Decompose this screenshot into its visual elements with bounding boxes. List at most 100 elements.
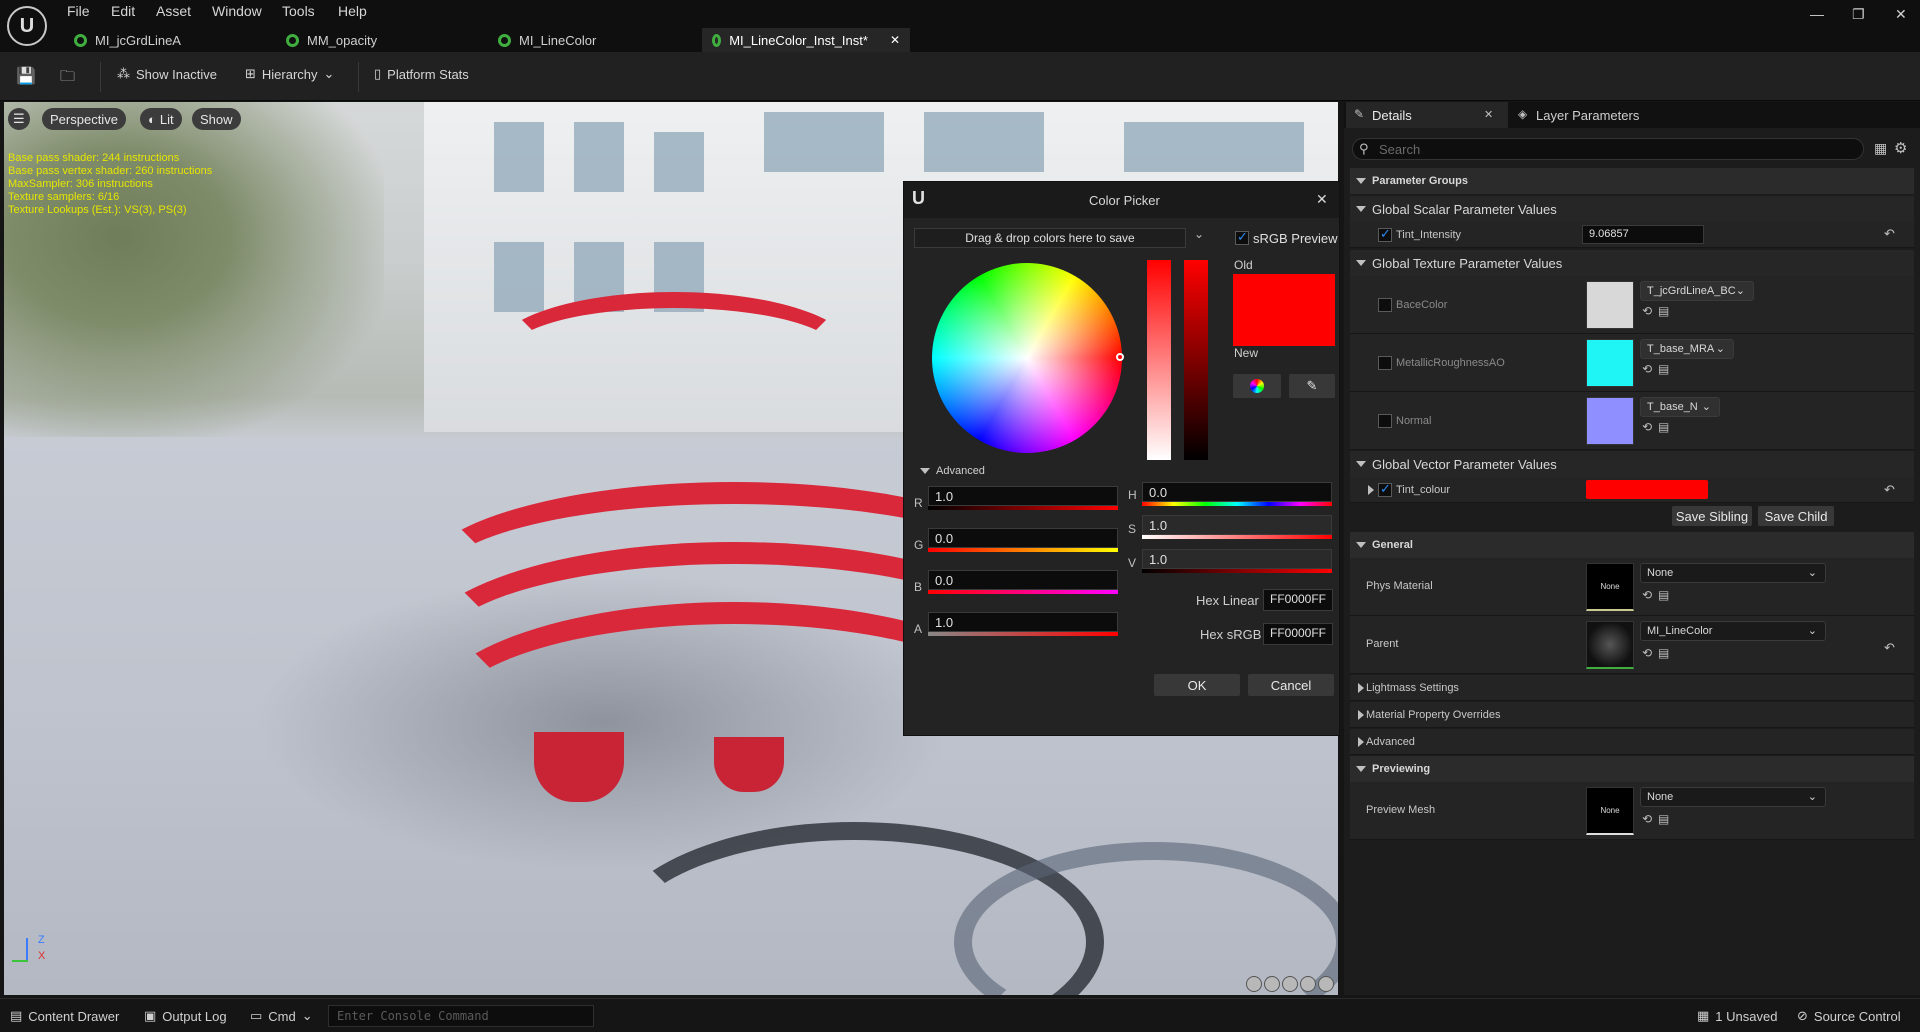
g-gradient[interactable] bbox=[928, 548, 1118, 552]
hex-linear-input[interactable]: FF0000FF bbox=[1263, 589, 1333, 611]
gear-icon[interactable]: ⚙ bbox=[1894, 139, 1907, 157]
asset-actions-icons[interactable]: ⟲▤ bbox=[1642, 812, 1675, 826]
saturation-slider[interactable] bbox=[1147, 260, 1171, 460]
close-tab-icon[interactable]: ✕ bbox=[890, 33, 900, 47]
tint-intensity-checkbox[interactable] bbox=[1378, 226, 1392, 242]
menu-tools[interactable]: Tools bbox=[282, 3, 315, 19]
details-search-input[interactable]: ⚲ Search bbox=[1352, 138, 1864, 160]
tab-mi-linecolor-inst-inst[interactable]: MI_LineColor_Inst_Inst* ✕ bbox=[702, 28, 910, 52]
color-wheel[interactable] bbox=[932, 263, 1122, 453]
menu-asset[interactable]: Asset bbox=[156, 3, 191, 19]
preview-mesh-thumbnail[interactable]: None bbox=[1586, 787, 1634, 835]
chevron-down-icon[interactable]: ⌄ bbox=[1194, 227, 1204, 241]
section-material-property-overrides[interactable]: Material Property Overrides bbox=[1350, 702, 1914, 728]
save-icon[interactable]: 💾 bbox=[16, 66, 36, 86]
group-texture[interactable]: Global Texture Parameter Values bbox=[1350, 250, 1914, 276]
r-input[interactable]: 1.0 bbox=[928, 486, 1118, 506]
normal-checkbox[interactable] bbox=[1378, 414, 1392, 428]
s-input[interactable]: 1.0 bbox=[1142, 515, 1332, 535]
b-gradient[interactable] bbox=[928, 590, 1118, 594]
table-view-icon[interactable]: ▦ bbox=[1874, 140, 1887, 157]
cancel-button[interactable]: Cancel bbox=[1248, 674, 1334, 696]
category-previewing[interactable]: Previewing bbox=[1350, 756, 1914, 782]
viewport-menu-icon[interactable]: ☰ bbox=[8, 108, 30, 130]
cylinder-icon[interactable] bbox=[1246, 976, 1262, 992]
asset-actions-icons[interactable]: ⟲▤ bbox=[1642, 588, 1675, 602]
content-drawer-button[interactable]: ▤ Content Drawer bbox=[10, 1008, 119, 1024]
value-slider[interactable] bbox=[1184, 260, 1208, 460]
preview-shape-buttons[interactable] bbox=[1246, 976, 1334, 992]
tint-intensity-input[interactable]: 9.06857 bbox=[1582, 225, 1704, 244]
wheel-selector[interactable] bbox=[1116, 353, 1124, 361]
source-control-button[interactable]: ⊘ Source Control bbox=[1797, 1008, 1901, 1024]
reset-arrow-icon[interactable]: ↶ bbox=[1884, 226, 1895, 242]
asset-actions-icons[interactable]: ⟲▤ bbox=[1642, 362, 1675, 376]
asset-actions-icons[interactable]: ⟲▤ bbox=[1642, 646, 1675, 660]
basecolor-texture-select[interactable]: T_jcGrdLineA_BC ⌄ bbox=[1640, 281, 1754, 301]
output-log-button[interactable]: ▣ Output Log bbox=[144, 1008, 227, 1024]
parent-thumbnail[interactable] bbox=[1586, 621, 1634, 669]
saved-colors-dropzone[interactable]: Drag & drop colors here to save bbox=[914, 228, 1186, 248]
expand-triangle-icon[interactable] bbox=[920, 468, 930, 474]
close-window-icon[interactable]: ✕ bbox=[1895, 6, 1907, 23]
h-input[interactable]: 0.0 bbox=[1142, 482, 1332, 502]
save-sibling-button[interactable]: Save Sibling bbox=[1672, 506, 1752, 526]
reset-arrow-icon[interactable]: ↶ bbox=[1884, 482, 1895, 498]
preview-mesh-select[interactable]: None ⌄ bbox=[1640, 787, 1826, 807]
teapot-icon[interactable] bbox=[1318, 976, 1334, 992]
tint-colour-swatch[interactable] bbox=[1586, 480, 1708, 499]
b-input[interactable]: 0.0 bbox=[928, 570, 1118, 590]
lit-button[interactable]: ◐ Lit bbox=[140, 108, 182, 130]
tint-colour-checkbox[interactable] bbox=[1378, 481, 1392, 497]
srgb-preview-checkbox[interactable] bbox=[1235, 229, 1249, 245]
save-child-button[interactable]: Save Child bbox=[1758, 506, 1834, 526]
asset-actions-icons[interactable]: ⟲▤ bbox=[1642, 420, 1675, 434]
console-input[interactable]: Enter Console Command bbox=[328, 1005, 594, 1027]
unreal-logo-icon[interactable]: U bbox=[7, 6, 47, 46]
browse-icon[interactable]: 🗀 bbox=[60, 66, 75, 91]
phys-material-select[interactable]: None ⌄ bbox=[1640, 563, 1826, 583]
category-parameter-groups[interactable]: Parameter Groups bbox=[1350, 168, 1914, 194]
expand-arrow-icon[interactable] bbox=[1368, 485, 1374, 495]
tab-mm-opacity[interactable]: MM_opacity bbox=[276, 28, 486, 52]
category-general[interactable]: General bbox=[1350, 532, 1914, 558]
group-scalar[interactable]: Global Scalar Parameter Values bbox=[1350, 196, 1914, 222]
cmd-button[interactable]: ▭ Cmd ⌄ bbox=[250, 1008, 313, 1024]
color-wheel-toggle-button[interactable] bbox=[1233, 374, 1281, 398]
show-button[interactable]: Show bbox=[192, 108, 241, 130]
close-icon[interactable]: ✕ bbox=[1316, 191, 1328, 208]
close-tab-icon[interactable]: ✕ bbox=[1484, 108, 1493, 121]
ok-button[interactable]: OK bbox=[1154, 674, 1240, 696]
metallic-checkbox[interactable] bbox=[1378, 356, 1392, 370]
h-gradient[interactable] bbox=[1142, 502, 1332, 506]
minimize-icon[interactable]: — bbox=[1810, 6, 1824, 22]
normal-texture-select[interactable]: T_base_N ⌄ bbox=[1640, 397, 1720, 417]
group-vector[interactable]: Global Vector Parameter Values bbox=[1350, 451, 1914, 477]
restore-icon[interactable]: ❐ bbox=[1852, 6, 1865, 23]
sphere-icon[interactable] bbox=[1264, 976, 1280, 992]
reset-arrow-icon[interactable]: ↶ bbox=[1884, 640, 1895, 656]
parent-select[interactable]: MI_LineColor ⌄ bbox=[1640, 621, 1826, 641]
asset-actions-icons[interactable]: ⟲▤ bbox=[1642, 304, 1675, 318]
tab-layer-parameters[interactable]: ◈ Layer Parameters bbox=[1512, 102, 1712, 128]
unsaved-button[interactable]: ▦ 1 Unsaved bbox=[1697, 1008, 1777, 1024]
platform-stats-button[interactable]: ▯ Platform Stats bbox=[374, 66, 469, 82]
hex-srgb-input[interactable]: FF0000FF bbox=[1263, 623, 1333, 645]
a-gradient[interactable] bbox=[928, 632, 1118, 636]
s-gradient[interactable] bbox=[1142, 535, 1332, 539]
cube-icon[interactable] bbox=[1300, 976, 1316, 992]
menu-help[interactable]: Help bbox=[338, 3, 367, 19]
show-inactive-button[interactable]: ⁂ Show Inactive bbox=[117, 66, 217, 82]
tab-mi-jcgrdlinea[interactable]: MI_jcGrdLineA bbox=[64, 28, 274, 52]
section-lightmass[interactable]: Lightmass Settings bbox=[1350, 675, 1914, 701]
a-input[interactable]: 1.0 bbox=[928, 612, 1118, 632]
hierarchy-button[interactable]: ⊞ Hierarchy ⌄ bbox=[245, 66, 334, 82]
eyedropper-button[interactable]: ✎ bbox=[1289, 374, 1335, 398]
menu-window[interactable]: Window bbox=[212, 3, 262, 19]
phys-material-thumbnail[interactable]: None bbox=[1586, 563, 1634, 611]
tab-details[interactable]: ✎ Details ✕ bbox=[1346, 102, 1508, 128]
v-gradient[interactable] bbox=[1142, 569, 1332, 573]
r-gradient[interactable] bbox=[928, 506, 1118, 510]
plane-icon[interactable] bbox=[1282, 976, 1298, 992]
perspective-button[interactable]: Perspective bbox=[42, 108, 126, 130]
